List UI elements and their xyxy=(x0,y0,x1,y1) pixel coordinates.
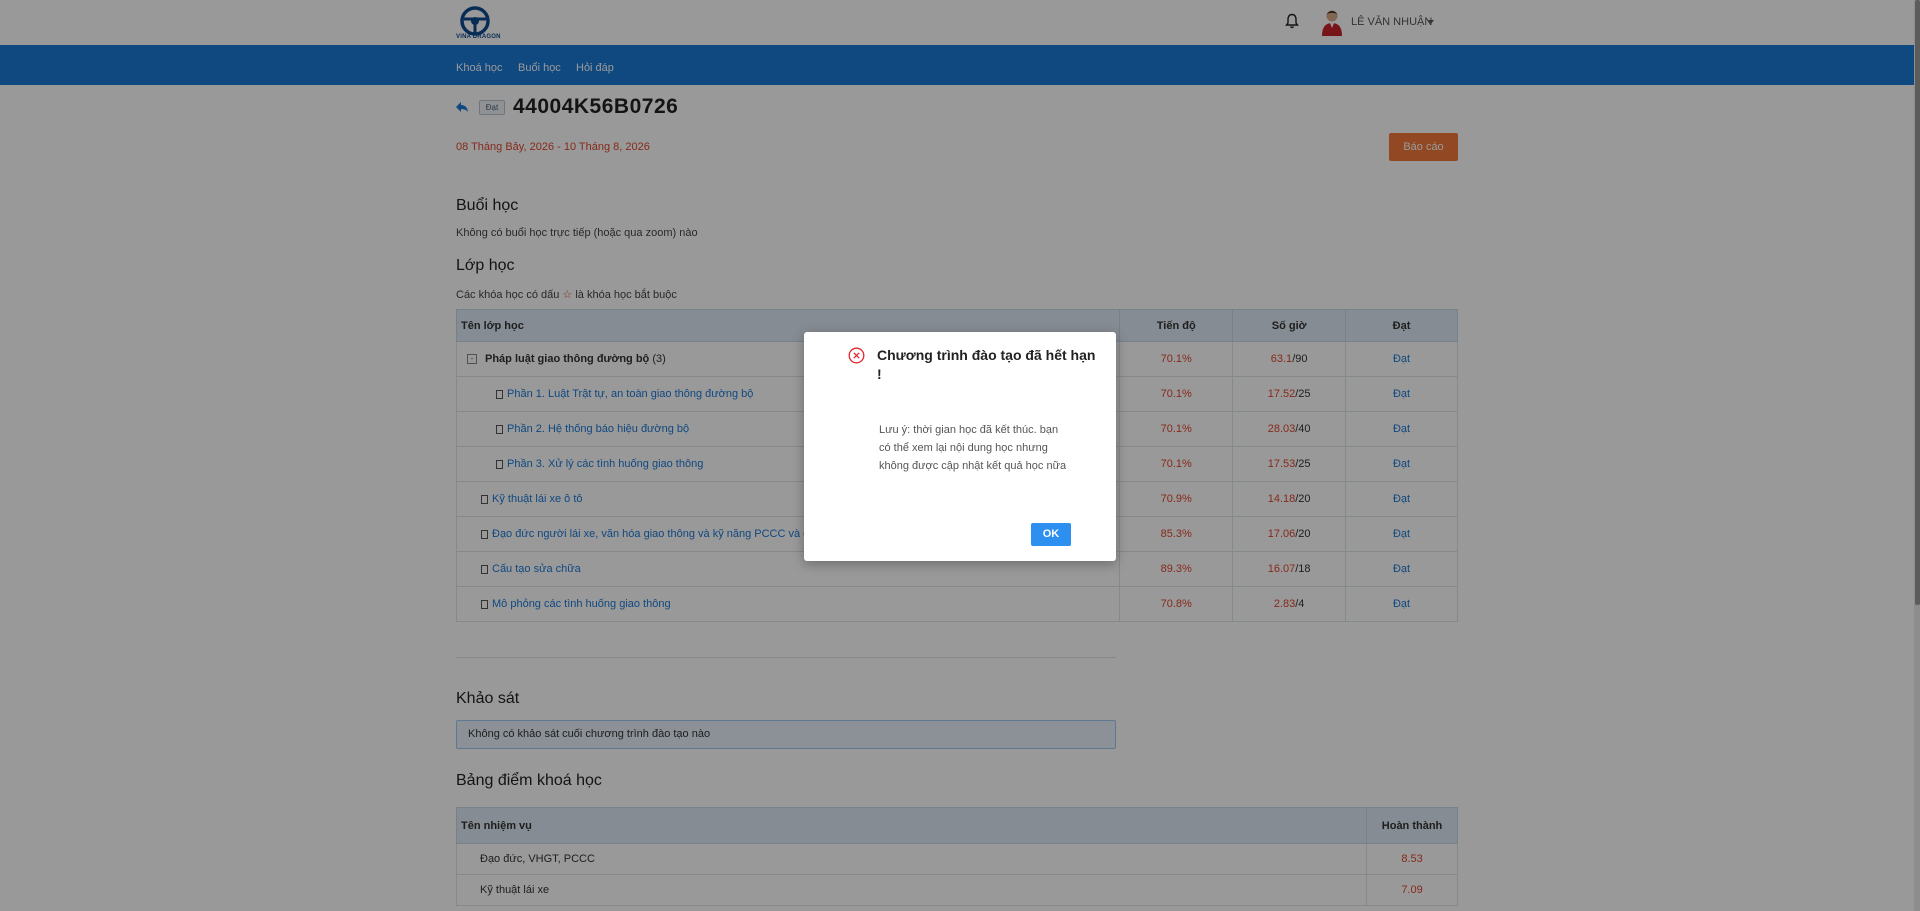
expired-dialog: Chương trình đào tạo đã hết hạn ! Lưu ý:… xyxy=(804,332,1116,561)
dialog-message: Lưu ý: thời gian học đã kết thúc. bạn có… xyxy=(879,424,1067,472)
ok-button[interactable]: OK xyxy=(1031,523,1071,546)
dialog-title: Chương trình đào tạo đã hết hạn ! xyxy=(877,347,1096,382)
error-circle-icon xyxy=(848,347,865,364)
